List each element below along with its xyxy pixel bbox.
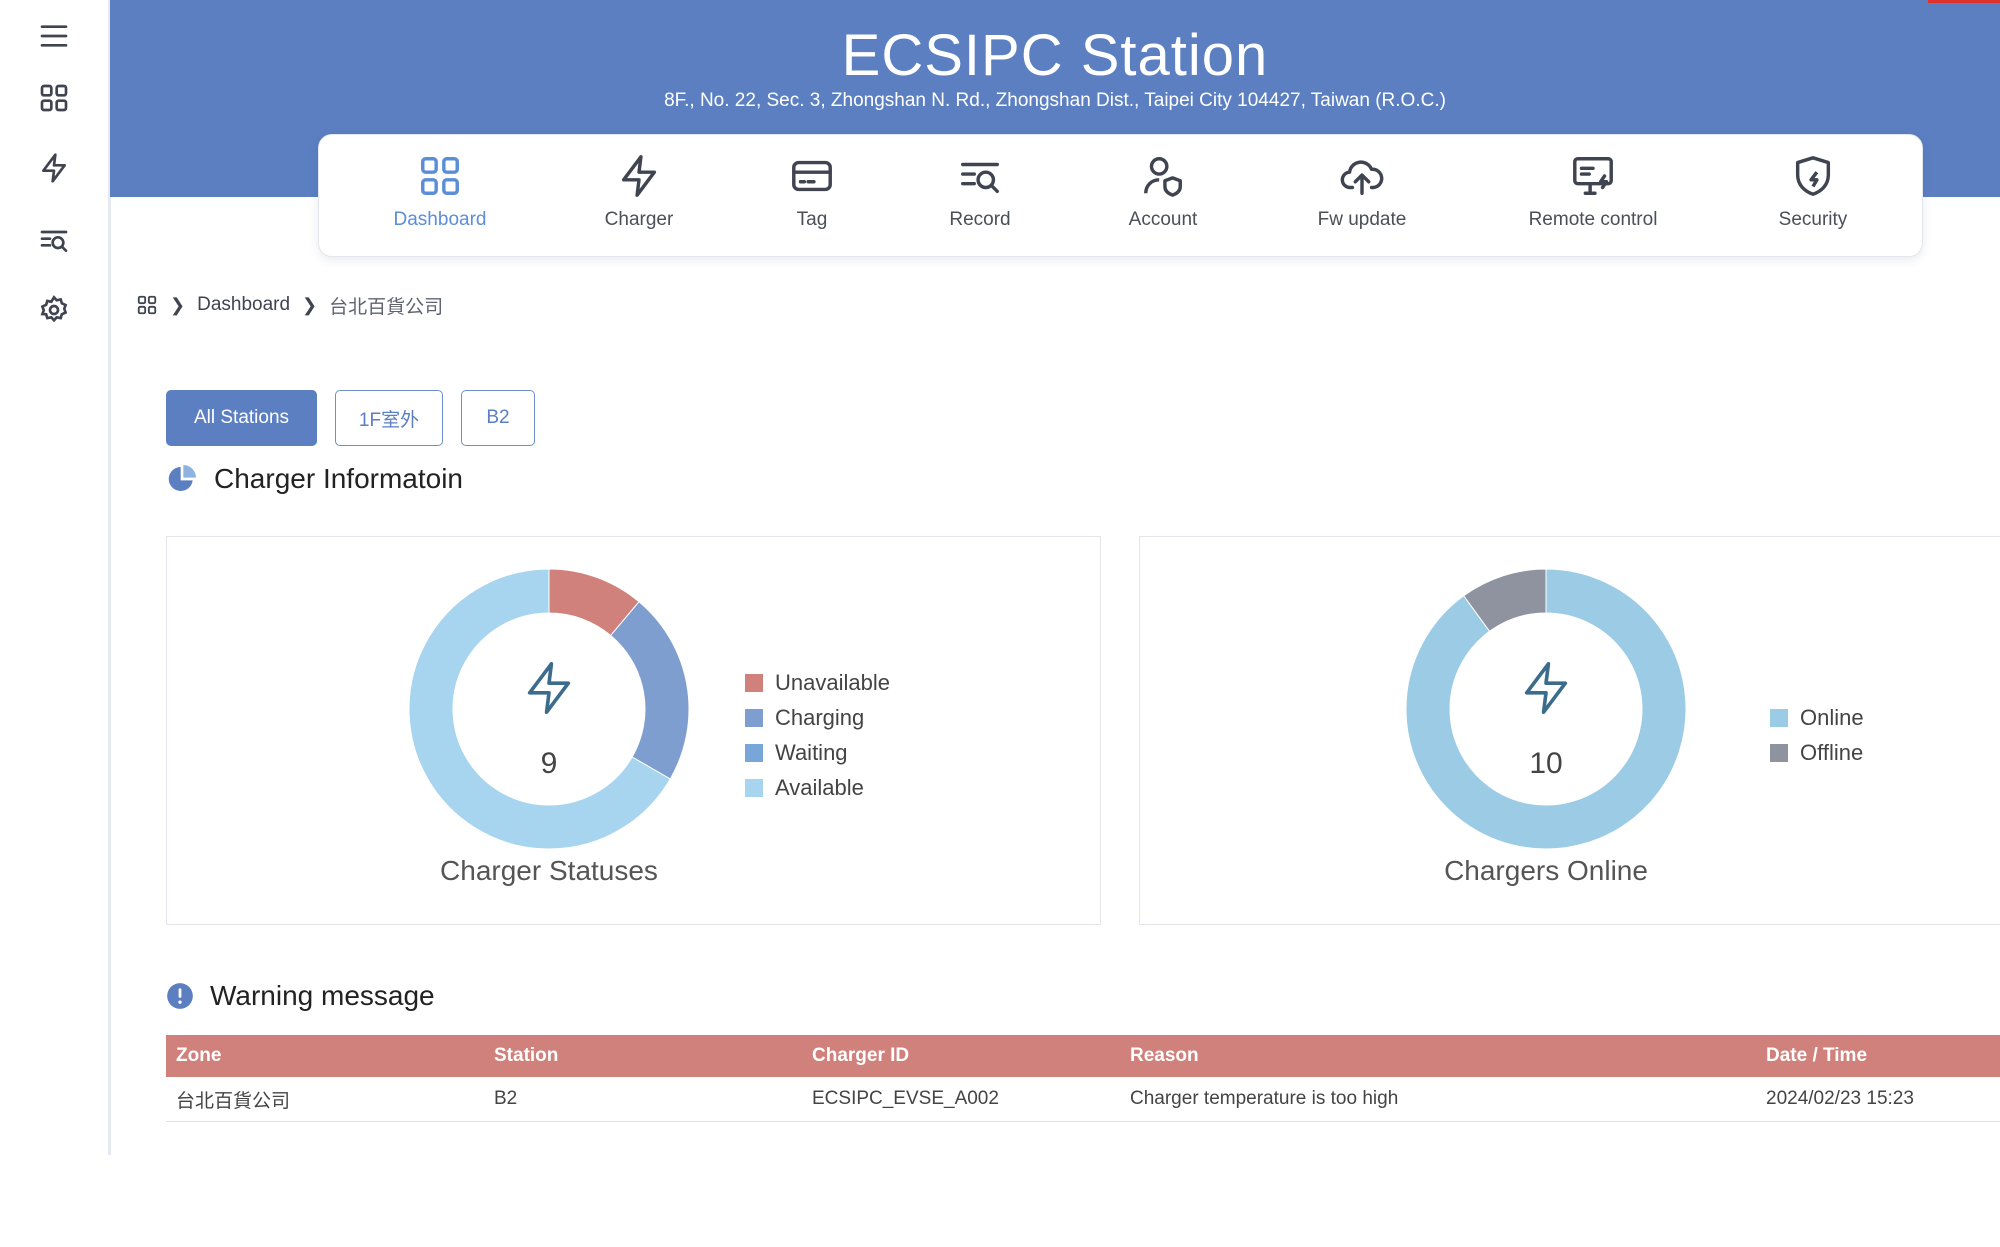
nav-label: Security [1778,209,1848,230]
legend-label: Offline [1800,739,1864,765]
nav-remote-control[interactable]: Remote control [1493,153,1693,231]
charger-info-title: Charger Informatoin [214,463,464,494]
nav-label: Charger [604,209,674,230]
menu-icon[interactable] [34,16,74,56]
legend-item[interactable]: Online [1770,700,1864,735]
chargers-online-card: 10 Chargers Online Online Offline [1139,536,2000,925]
legend-swatch [745,673,763,692]
lightning-icon[interactable] [34,148,74,188]
legend-label: Available [775,774,864,800]
cell-zone: 台北百貨公司 [166,1077,484,1122]
column-header-charger-id[interactable]: Charger ID [802,1035,1120,1077]
legend: Online Offline [1770,700,1864,770]
legend-label: Waiting [775,739,848,765]
legend-swatch [1770,708,1788,727]
legend-label: Charging [775,704,865,730]
legend-swatch [745,708,763,727]
lightning-icon [621,155,657,197]
lightning-icon [1524,662,1568,714]
page-title: ECSIPC Station [841,23,1269,88]
monitor-lightning-icon [1573,157,1613,195]
tab-1f-outdoor[interactable]: 1F室外 [335,390,443,446]
record-search-icon [961,162,999,194]
corner-accent [1928,0,2000,3]
main-nav: Dashboard Charger Tag Record Account Fw … [318,134,1923,257]
legend: Unavailable Charging Waiting Available [745,665,890,805]
cell-station: B2 [484,1077,802,1122]
lightning-icon [527,662,571,714]
nav-label: Dashboard [393,209,487,230]
nav-label: Remote control [1528,209,1658,230]
nav-label: Account [1128,209,1198,230]
legend-item[interactable]: Unavailable [745,665,890,700]
chevron-right-icon: ❯ [302,294,318,315]
column-header-datetime[interactable]: Date / Time [1756,1035,2000,1077]
nav-charger[interactable]: Charger [539,153,739,231]
pie-chart-icon [168,465,196,491]
record-search-icon[interactable] [34,220,74,260]
legend-swatch [745,778,763,797]
nav-label: Record [949,209,1011,230]
donut-center-value: 10 [1529,747,1563,780]
legend-item[interactable]: Waiting [745,735,890,770]
cloud-upload-icon [1340,160,1384,195]
dashboard-grid-icon [421,157,459,195]
donut-center-value: 9 [540,747,558,780]
nav-account[interactable]: Account [1063,153,1263,231]
side-rail [0,0,111,1155]
breadcrumb-current: 台北百貨公司 [329,296,444,318]
dashboard-grid-icon[interactable] [136,294,158,316]
breadcrumb-link-dashboard[interactable]: Dashboard [197,294,290,316]
charger-info-heading: Charger Informatoin [166,463,463,495]
chart-title: Charger Statuses [440,855,658,886]
tab-all-stations[interactable]: All Stations [166,390,317,446]
nav-dashboard[interactable]: Dashboard [340,153,540,231]
nav-label: Fw update [1317,209,1407,230]
column-header-reason[interactable]: Reason [1120,1035,1756,1077]
column-header-station[interactable]: Station [484,1035,802,1077]
station-address: 8F., No. 22, Sec. 3, Zhongshan N. Rd., Z… [664,90,1446,111]
legend-label: Online [1800,704,1864,730]
chart-title: Chargers Online [1444,855,1648,886]
breadcrumb: ❯ Dashboard ❯ 台北百貨公司 [136,292,443,318]
exclamation-circle-icon [167,983,193,1009]
nav-record[interactable]: Record [880,153,1080,231]
legend-item[interactable]: Offline [1770,735,1864,770]
warning-heading: Warning message [166,980,435,1012]
legend-item[interactable]: Available [745,770,890,805]
warning-title: Warning message [210,980,435,1011]
nav-fw-update[interactable]: Fw update [1262,153,1462,231]
dashboard-grid-icon[interactable] [34,78,74,118]
warning-table: Zone Station Charger ID Reason Date / Ti… [166,1035,2000,1122]
user-shield-icon [1144,157,1182,197]
cell-reason: Charger temperature is too high [1120,1077,1756,1122]
table-header-row: Zone Station Charger ID Reason Date / Ti… [166,1035,2000,1077]
legend-label: Unavailable [775,669,890,695]
legend-swatch [1770,743,1788,762]
tab-b2[interactable]: B2 [461,390,535,446]
nav-security[interactable]: Security [1713,153,1913,231]
column-header-zone[interactable]: Zone [166,1035,484,1077]
shield-lightning-icon [1795,156,1831,196]
chevron-right-icon: ❯ [170,294,186,315]
settings-gear-icon[interactable] [34,290,74,330]
donut-slice-charging[interactable] [610,601,690,780]
table-row[interactable]: 台北百貨公司 B2 ECSIPC_EVSE_A002 Charger tempe… [166,1077,2000,1122]
legend-swatch [745,743,763,762]
legend-item[interactable]: Charging [745,700,890,735]
cell-charger-id: ECSIPC_EVSE_A002 [802,1077,1120,1122]
card-icon [792,160,832,192]
cell-datetime: 2024/02/23 15:23 [1756,1077,2000,1122]
charger-statuses-card: 9 Charger Statuses Unavailable Charging … [166,536,1101,925]
